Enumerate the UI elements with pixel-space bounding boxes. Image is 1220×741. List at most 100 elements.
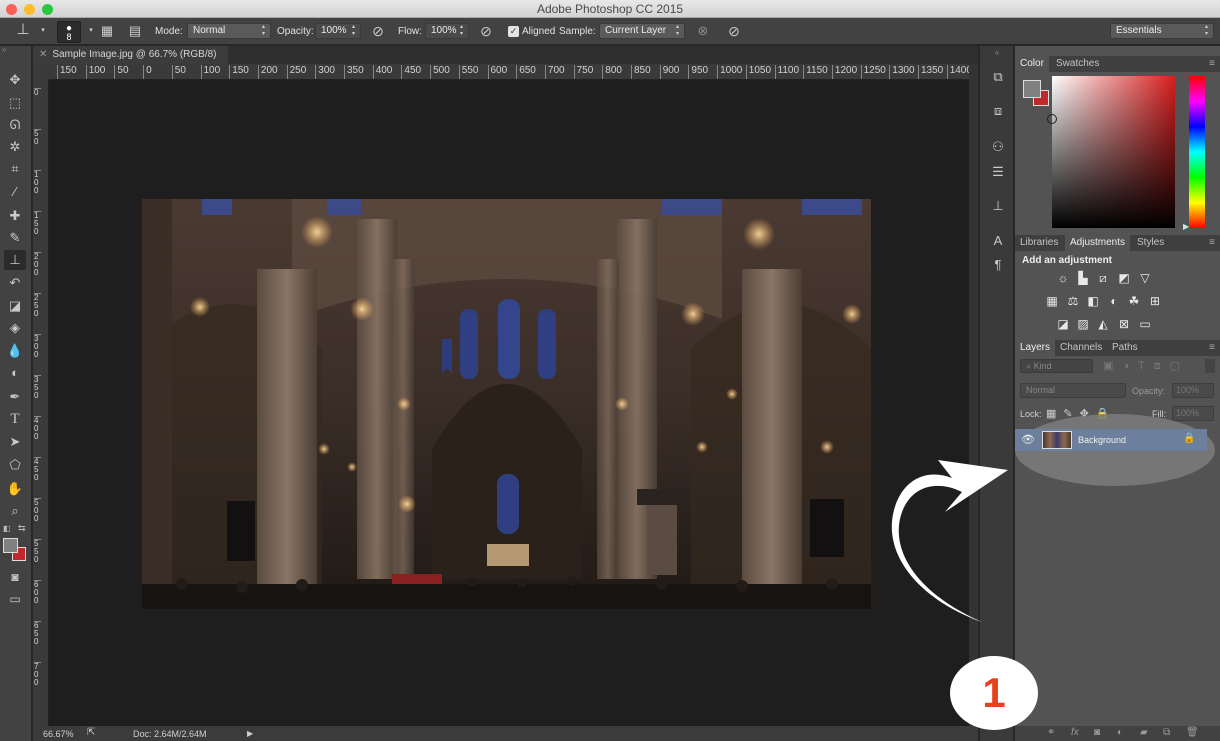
- hue-slider-handle[interactable]: ▶: [1183, 222, 1189, 231]
- foreground-color-swatch[interactable]: [3, 538, 18, 553]
- airbrush-icon[interactable]: ⊘: [477, 23, 495, 39]
- tab-swatches[interactable]: Swatches: [1051, 56, 1104, 72]
- tab-adjustments[interactable]: Adjustments: [1065, 235, 1131, 251]
- layers-panel-menu-icon[interactable]: ≡: [1204, 340, 1220, 356]
- gradient-map-icon[interactable]: ▭: [1137, 317, 1153, 331]
- crop-icon[interactable]: ⌗: [4, 159, 26, 179]
- blend-mode-select[interactable]: Normal: [1020, 383, 1126, 398]
- threshold-icon[interactable]: ◭: [1095, 317, 1111, 331]
- flow-field[interactable]: 100%: [425, 23, 469, 39]
- sample-select[interactable]: Current Layer: [599, 23, 685, 39]
- color-lookup-icon[interactable]: ⊞: [1147, 294, 1163, 308]
- brightness-icon[interactable]: ☼: [1055, 271, 1071, 285]
- document-tab[interactable]: ✕ Sample Image.jpg @ 66.7% (RGB/8): [33, 46, 228, 64]
- layers-opacity-field[interactable]: 100%: [1172, 383, 1214, 398]
- pressure-opacity-icon[interactable]: ⊘: [369, 23, 387, 39]
- opacity-field[interactable]: 100%: [315, 23, 361, 39]
- photo-filter-icon[interactable]: ◐: [1106, 294, 1122, 308]
- magic-wand-icon[interactable]: ✲: [4, 137, 26, 157]
- blur-icon[interactable]: 💧: [4, 341, 26, 361]
- clone-stamp-icon[interactable]: ⊥: [4, 250, 26, 270]
- brush-size-picker[interactable]: ● 8: [57, 21, 81, 43]
- layer-filter-select[interactable]: ⌕ Kind: [1020, 359, 1093, 373]
- tab-styles[interactable]: Styles: [1132, 235, 1169, 251]
- character-icon[interactable]: A: [986, 230, 1010, 252]
- zoom-level[interactable]: 66.67%: [43, 729, 74, 739]
- delete-layer-icon[interactable]: 🗑: [1186, 727, 1199, 738]
- layer-style-icon[interactable]: fx: [1071, 727, 1079, 738]
- tab-layers[interactable]: Layers: [1015, 340, 1056, 356]
- exposure-icon[interactable]: ◩: [1116, 271, 1132, 285]
- paint-bucket-icon[interactable]: ◈: [4, 318, 26, 338]
- layer-row-background[interactable]: 👁 Background 🔒: [1015, 429, 1207, 451]
- channel-mixer-icon[interactable]: ☘: [1126, 294, 1142, 308]
- tab-paths[interactable]: Paths: [1107, 340, 1143, 356]
- hue-saturation-icon[interactable]: ▦: [1044, 294, 1060, 308]
- tab-libraries[interactable]: Libraries: [1015, 235, 1063, 251]
- hue-slider[interactable]: [1189, 76, 1205, 228]
- black-white-icon[interactable]: ◧: [1085, 294, 1101, 308]
- history-icon[interactable]: ⧉: [986, 66, 1010, 88]
- posterize-icon[interactable]: ▨: [1075, 317, 1091, 331]
- filter-toggle[interactable]: [1205, 359, 1215, 373]
- hand-icon[interactable]: ✋: [4, 479, 26, 499]
- curves-icon[interactable]: ⧄: [1095, 271, 1111, 285]
- dodge-icon[interactable]: ◐: [4, 363, 26, 383]
- move-icon[interactable]: ✥: [4, 70, 26, 90]
- pen-icon[interactable]: ✒: [4, 387, 26, 407]
- quick-mask-icon[interactable]: ◙: [4, 567, 26, 587]
- canvas-area[interactable]: [49, 80, 969, 726]
- actions-icon[interactable]: ⚇: [986, 136, 1010, 158]
- shape-icon[interactable]: ⬠: [4, 455, 26, 475]
- invert-icon[interactable]: ◪: [1055, 317, 1071, 331]
- history-brush-icon[interactable]: ↶: [4, 273, 26, 293]
- tools-panel-collapse[interactable]: »: [2, 46, 30, 54]
- clone-source-icon[interactable]: ⊥: [986, 195, 1010, 217]
- fill-field[interactable]: 100%: [1172, 406, 1214, 421]
- panel-foreground-swatch[interactable]: [1023, 80, 1041, 98]
- path-selection-icon[interactable]: ➤: [4, 432, 26, 452]
- pressure-size-icon[interactable]: ⊘: [725, 23, 743, 39]
- lasso-icon[interactable]: ᘏ: [4, 115, 26, 135]
- spot-healing-icon[interactable]: ✚: [4, 206, 26, 226]
- close-tab-icon[interactable]: ✕: [39, 49, 47, 60]
- vibrance-icon[interactable]: ▽: [1137, 271, 1153, 285]
- color-picker-cursor[interactable]: [1047, 114, 1057, 124]
- brush-icon[interactable]: ✎: [4, 228, 26, 248]
- toggle-brush-panel-icon[interactable]: ▦: [98, 23, 116, 39]
- color-field[interactable]: [1047, 76, 1175, 228]
- tab-channels[interactable]: Channels: [1055, 340, 1107, 356]
- mode-select[interactable]: Normal: [187, 23, 271, 39]
- marquee-icon[interactable]: ⬚: [4, 93, 26, 113]
- default-colors-icon[interactable]: ◧: [3, 524, 11, 533]
- zoom-icon[interactable]: ⌕: [4, 501, 26, 521]
- aligned-checkbox[interactable]: ✓: [508, 26, 519, 37]
- swap-colors-icon[interactable]: ⇆: [18, 523, 26, 534]
- adjustments-panel-menu-icon[interactable]: ≡: [1204, 235, 1220, 251]
- levels-icon[interactable]: ▙: [1075, 271, 1091, 285]
- layer-filter-icons[interactable]: ▣◑T⧈▢: [1103, 359, 1189, 373]
- vertical-ruler[interactable]: 0 50 100 150 200 250 300 350 400 450 500 550 600 650 7…: [33, 80, 49, 726]
- color-panel-menu-icon[interactable]: ≡: [1204, 56, 1220, 72]
- toggle-clone-source-icon[interactable]: ▤: [126, 23, 144, 39]
- eraser-icon[interactable]: ◪: [4, 296, 26, 316]
- tool-presets-icon[interactable]: ☰: [986, 161, 1010, 183]
- dock-collapse[interactable]: «: [980, 48, 1014, 57]
- eyedropper-icon[interactable]: ⁄: [4, 182, 26, 202]
- status-menu-arrow-icon[interactable]: ▶: [247, 729, 253, 738]
- workspace-select[interactable]: Essentials: [1110, 23, 1214, 39]
- selective-color-icon[interactable]: ⊠: [1116, 317, 1132, 331]
- type-icon[interactable]: T: [4, 409, 26, 429]
- horizontal-ruler[interactable]: 150 100 50 0 50 100 150 200 250 300 350 400 450 500 55…: [49, 64, 969, 80]
- link-layers-icon[interactable]: ⚭: [1047, 727, 1055, 738]
- tab-color[interactable]: Color: [1015, 56, 1049, 72]
- new-adjustment-icon[interactable]: ◐: [1117, 727, 1123, 738]
- add-mask-icon[interactable]: ◙: [1094, 727, 1100, 738]
- preset-dropdown-icon[interactable]: ▾: [34, 23, 52, 39]
- ignore-adjustment-layers-icon[interactable]: ⊗: [694, 23, 712, 39]
- layer-visibility-eye-icon[interactable]: 👁: [1021, 433, 1035, 446]
- color-balance-icon[interactable]: ⚖: [1065, 294, 1081, 308]
- paragraph-icon[interactable]: ¶: [986, 254, 1010, 276]
- properties-icon[interactable]: ⧈: [986, 100, 1010, 122]
- new-group-icon[interactable]: ▰: [1140, 727, 1148, 738]
